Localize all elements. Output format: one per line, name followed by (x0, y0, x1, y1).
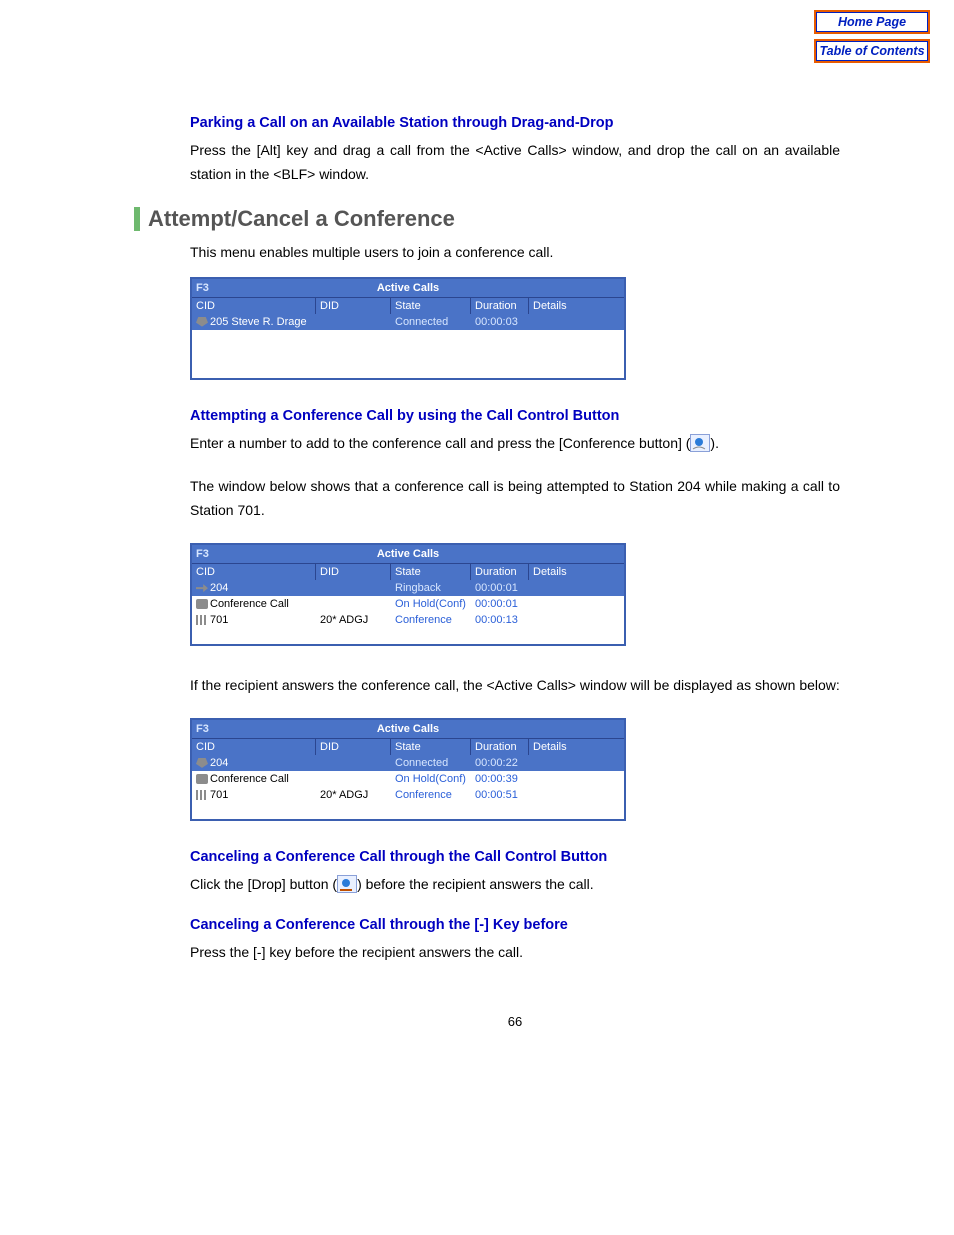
window-title: Active Calls (192, 548, 624, 560)
cell-did: 20* ADGJ (316, 789, 391, 801)
cell-state: Ringback (391, 582, 471, 594)
cell-duration: 00:00:39 (471, 773, 529, 785)
table-body: 204 Connected00:00:22 Conference Call On Ho… (192, 755, 624, 819)
section-heading-parking: Parking a Call on an Available Station t… (190, 115, 840, 131)
cell-cid: 204 (192, 757, 316, 769)
table-header: CIDDIDStateDurationDetails (192, 563, 624, 580)
table-row[interactable]: 204 Ringback00:00:01 (192, 580, 624, 596)
window-title: Active Calls (192, 723, 624, 735)
cell-cid: Conference Call (192, 773, 316, 785)
major-heading-attempt-cancel: Attempt/Cancel a Conference (134, 207, 840, 231)
col-cid[interactable]: CID (192, 298, 316, 314)
col-did[interactable]: DID (316, 739, 391, 755)
table-header: CIDDIDStateDurationDetails (192, 738, 624, 755)
table-of-contents-button[interactable]: Table of Contents (814, 39, 930, 63)
col-state[interactable]: State (391, 298, 471, 314)
window-title: Active Calls (192, 282, 624, 294)
nav-buttons: Home Page Table of Contents (814, 10, 930, 68)
body-text: Press the [Alt] key and drag a call from… (190, 139, 840, 187)
document-page: Home Page Table of Contents Parking a Ca… (0, 0, 954, 1089)
cell-cid: 205 Steve R. Drage (192, 316, 316, 328)
table-row[interactable]: 70120* ADGJConference00:00:51 (192, 787, 624, 803)
section-heading-cancel-key: Canceling a Conference Call through the … (190, 917, 840, 933)
home-page-button[interactable]: Home Page (814, 10, 930, 34)
active-calls-window: F3Active CallsCIDDIDStateDurationDetails… (190, 718, 626, 821)
drop-button-icon (337, 875, 357, 893)
table-row-empty (192, 330, 624, 346)
col-details[interactable]: Details (529, 298, 624, 314)
cell-cid: 701 (192, 614, 316, 626)
cell-state: Connected (391, 757, 471, 769)
row-icon (196, 790, 208, 800)
col-cid[interactable]: CID (192, 739, 316, 755)
table-row-empty (192, 346, 624, 362)
col-did[interactable]: DID (316, 564, 391, 580)
active-calls-window: F3Active CallsCIDDIDStateDurationDetails… (190, 277, 626, 380)
section-heading-attempting: Attempting a Conference Call by using th… (190, 408, 840, 424)
col-state[interactable]: State (391, 564, 471, 580)
cell-duration: 00:00:22 (471, 757, 529, 769)
table-row[interactable]: Conference Call On Hold(Conf)00:00:01 (192, 596, 624, 612)
table-header: CIDDIDStateDurationDetails (192, 297, 624, 314)
active-calls-titlebar: F3Active Calls (192, 545, 624, 563)
cell-state: Conference (391, 614, 471, 626)
table-row-empty (192, 362, 624, 378)
table-body: 205 Steve R. Drage Connected00:00:03 (192, 314, 624, 378)
body-text: The window below shows that a conference… (190, 475, 840, 523)
cell-duration: 00:00:03 (471, 316, 529, 328)
page-content: Parking a Call on an Available Station t… (114, 10, 840, 1029)
cell-cid: 204 (192, 582, 316, 594)
table-row[interactable]: Conference Call On Hold(Conf)00:00:39 (192, 771, 624, 787)
text: ) before the recipient answers the call. (357, 876, 594, 892)
col-duration[interactable]: Duration (471, 298, 529, 314)
table-row-empty (192, 803, 624, 819)
conference-button-icon (690, 434, 710, 452)
table-row[interactable]: 204 Connected00:00:22 (192, 755, 624, 771)
body-text: Press the [-] key before the recipient a… (190, 941, 840, 965)
col-details[interactable]: Details (529, 564, 624, 580)
text: Enter a number to add to the conference … (190, 435, 690, 451)
cell-duration: 00:00:01 (471, 598, 529, 610)
cell-cid: Conference Call (192, 598, 316, 610)
text: ). (710, 435, 719, 451)
row-icon (196, 599, 208, 609)
cell-state: Conference (391, 789, 471, 801)
cell-state: On Hold(Conf) (391, 598, 471, 610)
col-cid[interactable]: CID (192, 564, 316, 580)
col-details[interactable]: Details (529, 739, 624, 755)
active-calls-window: F3Active CallsCIDDIDStateDurationDetails… (190, 543, 626, 646)
row-icon (196, 583, 208, 593)
col-duration[interactable]: Duration (471, 739, 529, 755)
cell-did: 20* ADGJ (316, 614, 391, 626)
body-text: Click the [Drop] button ( ) before the re… (190, 873, 840, 897)
row-icon (196, 758, 208, 768)
col-did[interactable]: DID (316, 298, 391, 314)
table-row[interactable]: 205 Steve R. Drage Connected00:00:03 (192, 314, 624, 330)
cell-duration: 00:00:51 (471, 789, 529, 801)
body-text: Enter a number to add to the conference … (190, 432, 840, 456)
body-text: This menu enables multiple users to join… (190, 241, 840, 265)
cell-cid: 701 (192, 789, 316, 801)
body-text: If the recipient answers the conference … (190, 674, 840, 698)
table-row-empty (192, 628, 624, 644)
cell-duration: 00:00:01 (471, 582, 529, 594)
table-row[interactable]: 70120* ADGJConference00:00:13 (192, 612, 624, 628)
section-heading-cancel-button: Canceling a Conference Call through the … (190, 849, 840, 865)
row-icon (196, 317, 208, 327)
active-calls-titlebar: F3Active Calls (192, 279, 624, 297)
active-calls-titlebar: F3Active Calls (192, 720, 624, 738)
table-body: 204 Ringback00:00:01 Conference Call On Hol… (192, 580, 624, 644)
row-icon (196, 615, 208, 625)
cell-duration: 00:00:13 (471, 614, 529, 626)
row-icon (196, 774, 208, 784)
col-state[interactable]: State (391, 739, 471, 755)
cell-state: Connected (391, 316, 471, 328)
text: Click the [Drop] button ( (190, 876, 337, 892)
cell-state: On Hold(Conf) (391, 773, 471, 785)
page-number: 66 (190, 1014, 840, 1029)
col-duration[interactable]: Duration (471, 564, 529, 580)
